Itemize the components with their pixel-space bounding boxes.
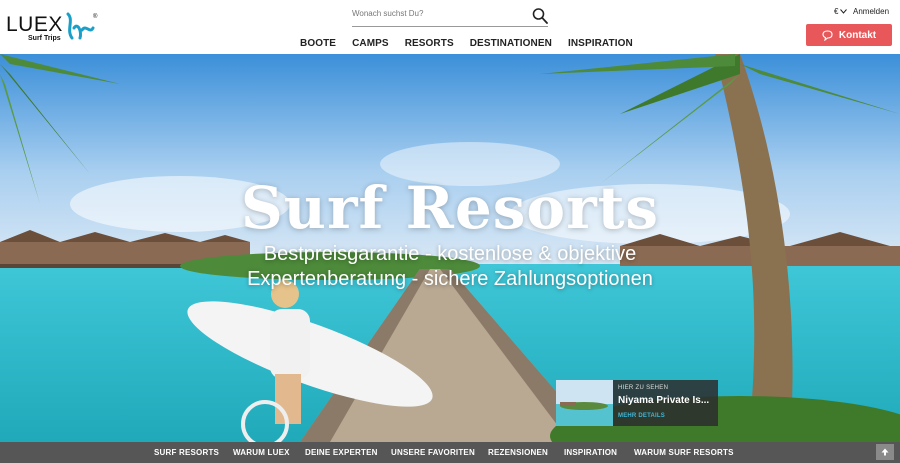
main-nav: BOOTE CAMPS RESORTS DESTINATIONEN INSPIR… bbox=[300, 38, 649, 49]
teaser-thumbnail bbox=[556, 380, 613, 426]
hero-banner: Surf Resorts Bestpreisgarantie - kostenl… bbox=[0, 54, 900, 442]
search-input[interactable] bbox=[352, 9, 522, 18]
currency-label: € bbox=[834, 7, 839, 16]
site-header: LUEX Surf Trips ® BOOTE CAMPS RESORTS DE… bbox=[0, 0, 900, 54]
kontakt-button[interactable]: Kontakt bbox=[806, 24, 892, 46]
nav-item-boote[interactable]: BOOTE bbox=[300, 38, 336, 49]
currency-selector[interactable]: € bbox=[834, 7, 848, 16]
teaser-title: Niyama Private Is... bbox=[618, 395, 710, 406]
section-nav: SURF RESORTS WARUM LUEX DEINE EXPERTEN U… bbox=[0, 442, 900, 463]
chevron-down-icon bbox=[840, 9, 848, 14]
section-nav-rezensionen[interactable]: REZENSIONEN bbox=[488, 448, 548, 457]
section-nav-surf-resorts[interactable]: SURF RESORTS bbox=[154, 448, 219, 457]
section-nav-unsere-favoriten[interactable]: UNSERE FAVORITEN bbox=[391, 448, 475, 457]
nav-item-camps[interactable]: CAMPS bbox=[352, 38, 389, 49]
login-link[interactable]: Anmelden bbox=[853, 7, 889, 16]
section-nav-inspiration[interactable]: INSPIRATION bbox=[564, 448, 617, 457]
scroll-to-top-button[interactable] bbox=[876, 444, 894, 460]
luex-logo[interactable]: LUEX Surf Trips ® bbox=[6, 10, 98, 44]
hero-title: Surf Resorts bbox=[240, 174, 660, 242]
arrow-up-icon bbox=[881, 448, 889, 456]
nav-item-destinationen[interactable]: DESTINATIONEN bbox=[470, 38, 552, 49]
section-nav-warum-surf-resorts[interactable]: WARUM SURF RESORTS bbox=[634, 448, 734, 457]
section-nav-deine-experten[interactable]: DEINE EXPERTEN bbox=[305, 448, 378, 457]
kontakt-label: Kontakt bbox=[838, 29, 877, 41]
nav-item-inspiration[interactable]: INSPIRATION bbox=[568, 38, 633, 49]
hero-subtitle: Bestpreisgarantie - kostenlose & objekti… bbox=[247, 243, 653, 290]
section-nav-warum-luex[interactable]: WARUM LUEX bbox=[233, 448, 290, 457]
location-teaser-card[interactable]: HIER ZU SEHEN Niyama Private Is... MEHR … bbox=[556, 380, 718, 426]
logo-tagline: Surf Trips bbox=[28, 35, 61, 42]
logo-wordmark: LUEX bbox=[6, 13, 63, 36]
teaser-kicker: HIER ZU SEHEN bbox=[618, 385, 669, 391]
chat-bubbles-icon bbox=[822, 29, 833, 41]
teaser-more-link[interactable]: MEHR DETAILS bbox=[618, 413, 665, 419]
wave-logo-icon bbox=[66, 12, 95, 40]
nav-item-resorts[interactable]: RESORTS bbox=[405, 38, 454, 49]
registered-mark: ® bbox=[93, 14, 98, 20]
search-icon[interactable] bbox=[532, 7, 548, 25]
search-bar bbox=[352, 7, 548, 27]
